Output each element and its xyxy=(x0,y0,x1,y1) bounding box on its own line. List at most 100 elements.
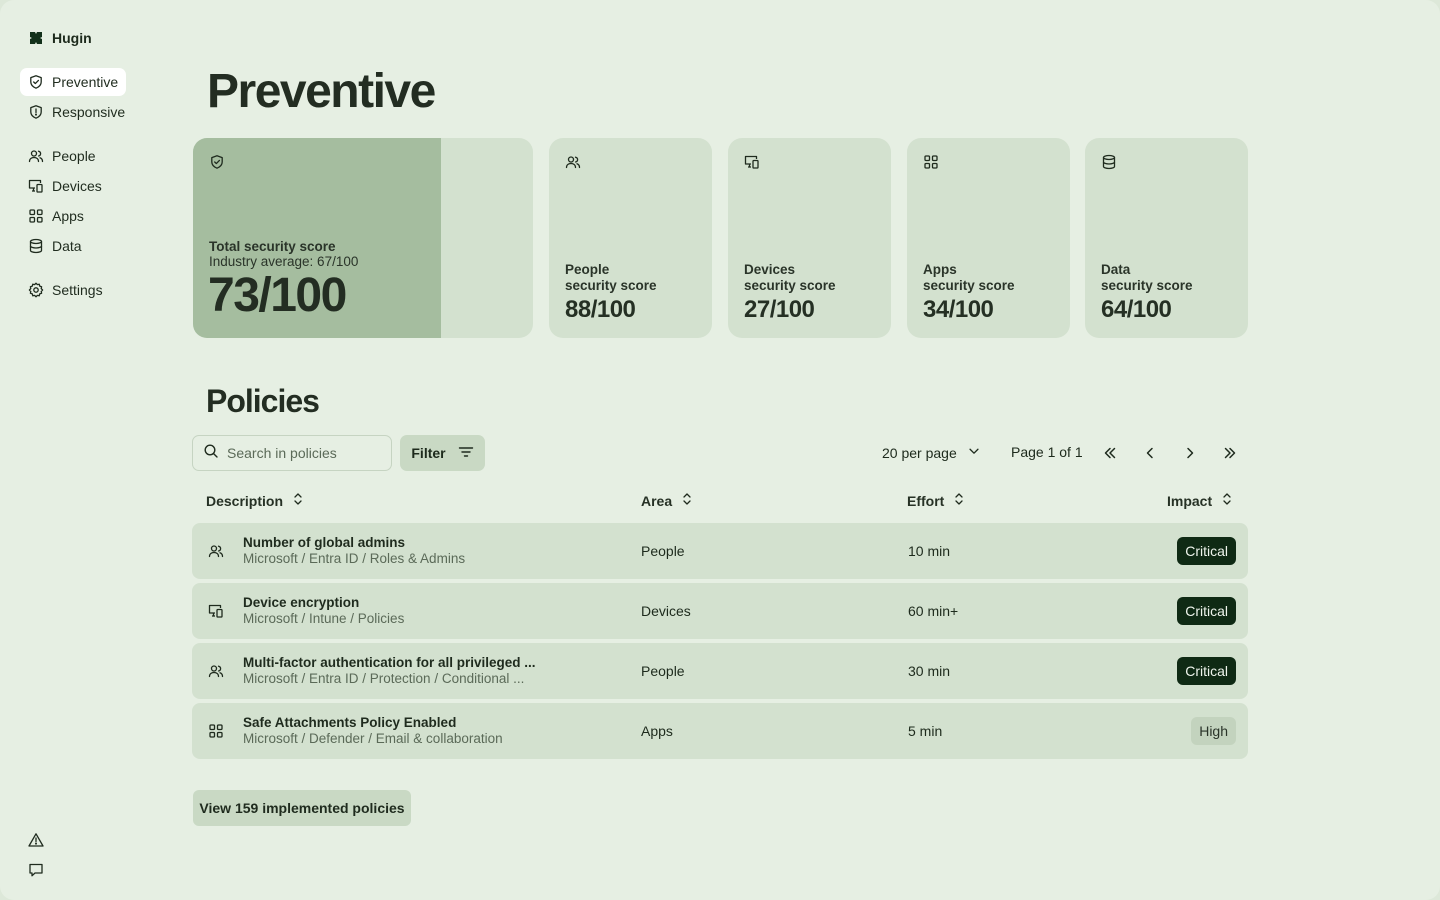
first-page-button[interactable] xyxy=(1102,445,1118,461)
sidebar-item-settings[interactable]: Settings xyxy=(20,276,111,304)
policy-effort: 30 min xyxy=(908,663,951,679)
policy-path: Microsoft / Entra ID / Protection / Cond… xyxy=(243,671,525,686)
shield-alert-icon xyxy=(28,104,44,120)
sidebar-item-label: Responsive xyxy=(52,104,126,120)
policy-title: Number of global admins xyxy=(243,535,406,550)
search-input[interactable] xyxy=(227,445,377,461)
policy-search[interactable] xyxy=(192,435,392,471)
card-score: 64/100 xyxy=(1101,296,1172,323)
page-title: Preventive xyxy=(207,65,436,118)
users-icon xyxy=(565,154,581,170)
card-subtitle: security score xyxy=(565,278,657,293)
data-score-card[interactable]: Data security score 64/100 xyxy=(1085,138,1248,338)
warning-icon[interactable] xyxy=(28,832,44,848)
people-score-card[interactable]: People security score 88/100 xyxy=(549,138,712,338)
card-subtitle: security score xyxy=(923,278,1015,293)
grid-icon xyxy=(28,208,44,224)
devices-icon xyxy=(208,603,224,619)
filter-button[interactable]: Filter xyxy=(400,435,485,471)
grid-icon xyxy=(923,154,939,170)
table-row[interactable]: Number of global admins Microsoft / Entr… xyxy=(192,523,1248,579)
sidebar-item-apps[interactable]: Apps xyxy=(20,202,92,230)
card-title: Apps xyxy=(923,262,957,277)
sidebar-item-data[interactable]: Data xyxy=(20,232,90,260)
card-subtitle: security score xyxy=(744,278,836,293)
policy-title: Safe Attachments Policy Enabled xyxy=(243,715,457,730)
table-row[interactable]: Device encryption Microsoft / Intune / P… xyxy=(192,583,1248,639)
users-icon xyxy=(208,543,224,559)
chevron-down-icon xyxy=(967,444,981,461)
industry-average: Industry average: 67/100 xyxy=(209,254,359,269)
table-row[interactable]: Safe Attachments Policy Enabled Microsof… xyxy=(192,703,1248,759)
hugin-logo xyxy=(28,30,44,46)
column-header-area[interactable]: Area xyxy=(641,492,692,509)
devices-score-card[interactable]: Devices security score 27/100 xyxy=(728,138,891,338)
view-implemented-button[interactable]: View 159 implemented policies xyxy=(193,790,411,826)
column-header-impact[interactable]: Impact xyxy=(1167,492,1232,509)
database-icon xyxy=(1101,154,1117,170)
total-score-value: 73/100 xyxy=(208,269,347,322)
users-icon xyxy=(208,663,224,679)
devices-icon xyxy=(744,154,760,170)
policy-path: Microsoft / Defender / Email & collabora… xyxy=(243,731,503,746)
users-icon xyxy=(28,148,44,164)
column-label: Description xyxy=(206,492,284,509)
impact-badge: Critical xyxy=(1177,597,1236,625)
chevrons-left-icon xyxy=(1102,445,1118,461)
sort-icon xyxy=(293,492,303,509)
column-label: Impact xyxy=(1167,492,1213,509)
sidebar-item-label: Preventive xyxy=(52,74,119,90)
grid-icon xyxy=(208,723,224,739)
last-page-button[interactable] xyxy=(1222,445,1238,461)
card-subtitle: security score xyxy=(1101,278,1193,293)
brand-name: Hugin xyxy=(52,30,92,46)
prev-page-button[interactable] xyxy=(1142,445,1158,461)
card-score: 34/100 xyxy=(923,296,994,323)
policy-area: Devices xyxy=(641,603,691,619)
column-header-effort[interactable]: Effort xyxy=(907,492,964,509)
search-icon xyxy=(203,443,219,464)
page-info: Page 1 of 1 xyxy=(1011,444,1083,460)
sidebar-item-responsive[interactable]: Responsive xyxy=(20,98,133,126)
chevron-right-icon xyxy=(1182,445,1198,461)
column-label: Effort xyxy=(907,492,945,509)
app-window: Hugin Preventive Responsive People Devic… xyxy=(0,0,1440,900)
policy-effort: 60 min+ xyxy=(908,603,959,619)
sort-icon xyxy=(682,492,692,509)
sidebar-item-label: People xyxy=(52,148,96,164)
sidebar-item-people[interactable]: People xyxy=(20,142,104,170)
sidebar-item-devices[interactable]: Devices xyxy=(20,172,110,200)
policy-path: Microsoft / Intune / Policies xyxy=(243,611,405,626)
filter-icon xyxy=(458,444,474,463)
card-title: Data xyxy=(1101,262,1131,277)
impact-badge: Critical xyxy=(1177,537,1236,565)
apps-score-card[interactable]: Apps security score 34/100 xyxy=(907,138,1070,338)
chevrons-right-icon xyxy=(1222,445,1238,461)
total-score-card: Total security score Industry average: 6… xyxy=(193,138,533,338)
chevron-left-icon xyxy=(1142,445,1158,461)
database-icon xyxy=(28,238,44,254)
column-label: Area xyxy=(641,492,673,509)
sidebar-item-label: Devices xyxy=(52,178,102,194)
card-score: 27/100 xyxy=(744,296,815,323)
card-title: Devices xyxy=(744,262,796,277)
devices-icon xyxy=(28,178,44,194)
per-page-select[interactable]: 20 per page xyxy=(882,444,981,461)
policy-title: Multi-factor authentication for all priv… xyxy=(243,655,536,670)
chat-icon[interactable] xyxy=(28,862,44,878)
shield-check-icon xyxy=(28,74,44,90)
sidebar-item-label: Settings xyxy=(52,282,103,298)
policy-path: Microsoft / Entra ID / Roles & Admins xyxy=(243,551,466,566)
sidebar-item-label: Apps xyxy=(52,208,84,224)
table-row[interactable]: Multi-factor authentication for all priv… xyxy=(192,643,1248,699)
brand[interactable]: Hugin xyxy=(28,30,92,46)
policy-area: People xyxy=(641,543,685,559)
column-header-description[interactable]: Description xyxy=(206,492,303,509)
total-score-label: Total security score xyxy=(209,239,336,254)
sort-icon xyxy=(954,492,964,509)
sidebar-item-preventive[interactable]: Preventive xyxy=(20,68,127,96)
per-page-label: 20 per page xyxy=(882,444,957,461)
next-page-button[interactable] xyxy=(1182,445,1198,461)
policy-effort: 10 min xyxy=(908,543,951,559)
filter-label: Filter xyxy=(411,445,446,461)
